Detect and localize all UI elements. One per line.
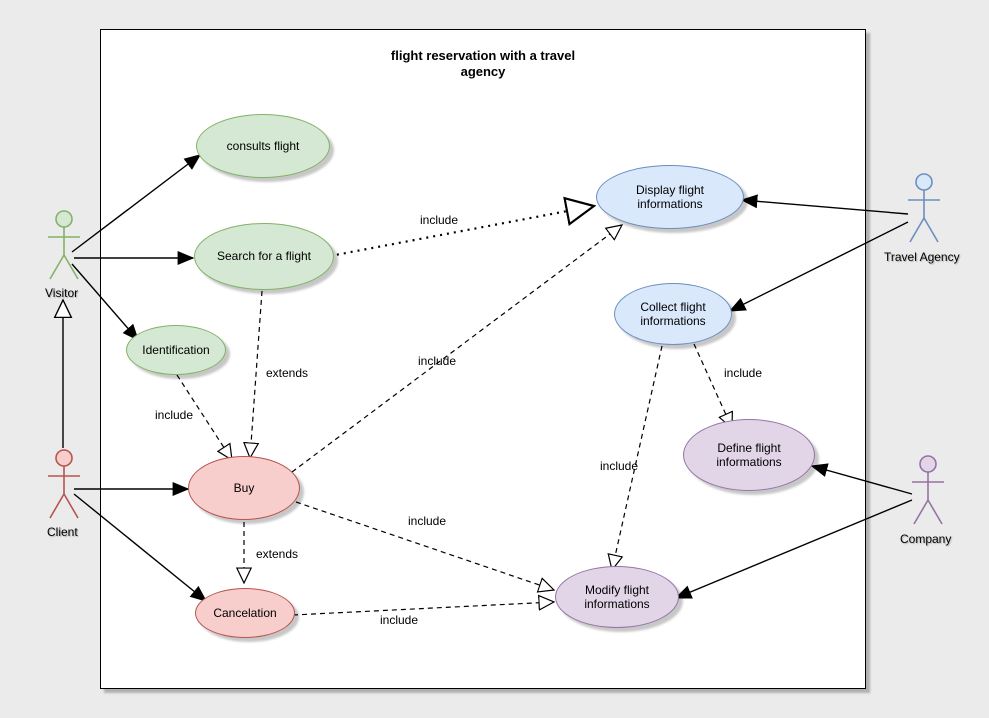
label-buy-display-include: include (418, 354, 456, 368)
label-search-display-include: include (420, 213, 458, 227)
usecase-buy-label: Buy (234, 481, 255, 495)
usecase-collect-info-label: Collect flight informations (640, 300, 705, 329)
edge-search-display-include (330, 206, 594, 256)
actor-company-icon (910, 454, 946, 530)
actor-travel-agency-icon (906, 172, 942, 248)
edge-search-buy-extends (250, 291, 262, 458)
usecase-identification-label: Identification (142, 343, 209, 357)
label-collect-define-include: include (724, 366, 762, 380)
actor-client-icon (46, 448, 82, 524)
usecase-consults-flight-label: consults flight (227, 139, 300, 153)
label-buy-modify-include: include (408, 514, 446, 528)
edge-cancel-modify-include (293, 602, 554, 615)
edge-company-modify (676, 500, 912, 598)
actor-visitor-icon (46, 209, 82, 285)
label-collect-modify-include: include (600, 459, 638, 473)
usecase-define-info: Define flight informations (683, 419, 815, 491)
usecase-cancelation: Cancelation (195, 588, 295, 638)
edge-visitor-consults (72, 155, 200, 252)
usecase-cancelation-label: Cancelation (213, 606, 276, 620)
label-identification-buy-include: include (155, 408, 193, 422)
usecase-display-info-label: Display flight informations (636, 183, 704, 212)
label-search-buy-extends: extends (266, 366, 308, 380)
usecase-define-info-label: Define flight informations (716, 441, 781, 470)
usecase-buy: Buy (188, 456, 300, 520)
actor-visitor-label: Visitor (45, 286, 78, 300)
usecase-search-flight-label: Search for a flight (217, 249, 311, 263)
usecase-modify-info: Modify flight informations (555, 566, 679, 628)
usecase-search-flight: Search for a flight (194, 223, 334, 290)
usecase-display-info: Display flight informations (596, 165, 744, 229)
edge-client-cancelation (74, 494, 206, 601)
edge-agency-collect (730, 222, 908, 311)
actor-company-label: Company (900, 532, 951, 546)
label-buy-cancel-extends: extends (256, 547, 298, 561)
usecase-consults-flight: consults flight (196, 114, 330, 178)
edge-collect-define-include (694, 344, 732, 428)
edge-company-define (812, 466, 912, 494)
label-cancel-modify-include: include (380, 613, 418, 627)
usecase-modify-info-label: Modify flight informations (584, 583, 649, 612)
edge-buy-display-include (292, 225, 622, 472)
actor-client-label: Client (47, 525, 78, 539)
usecase-collect-info: Collect flight informations (614, 283, 732, 345)
actor-travel-agency-label: Travel Agency (884, 250, 960, 264)
diagram-stage: flight reservation with a travel agency (0, 0, 989, 718)
usecase-identification: Identification (126, 325, 226, 375)
edge-collect-modify-include (612, 346, 662, 570)
edge-agency-display (742, 200, 908, 214)
